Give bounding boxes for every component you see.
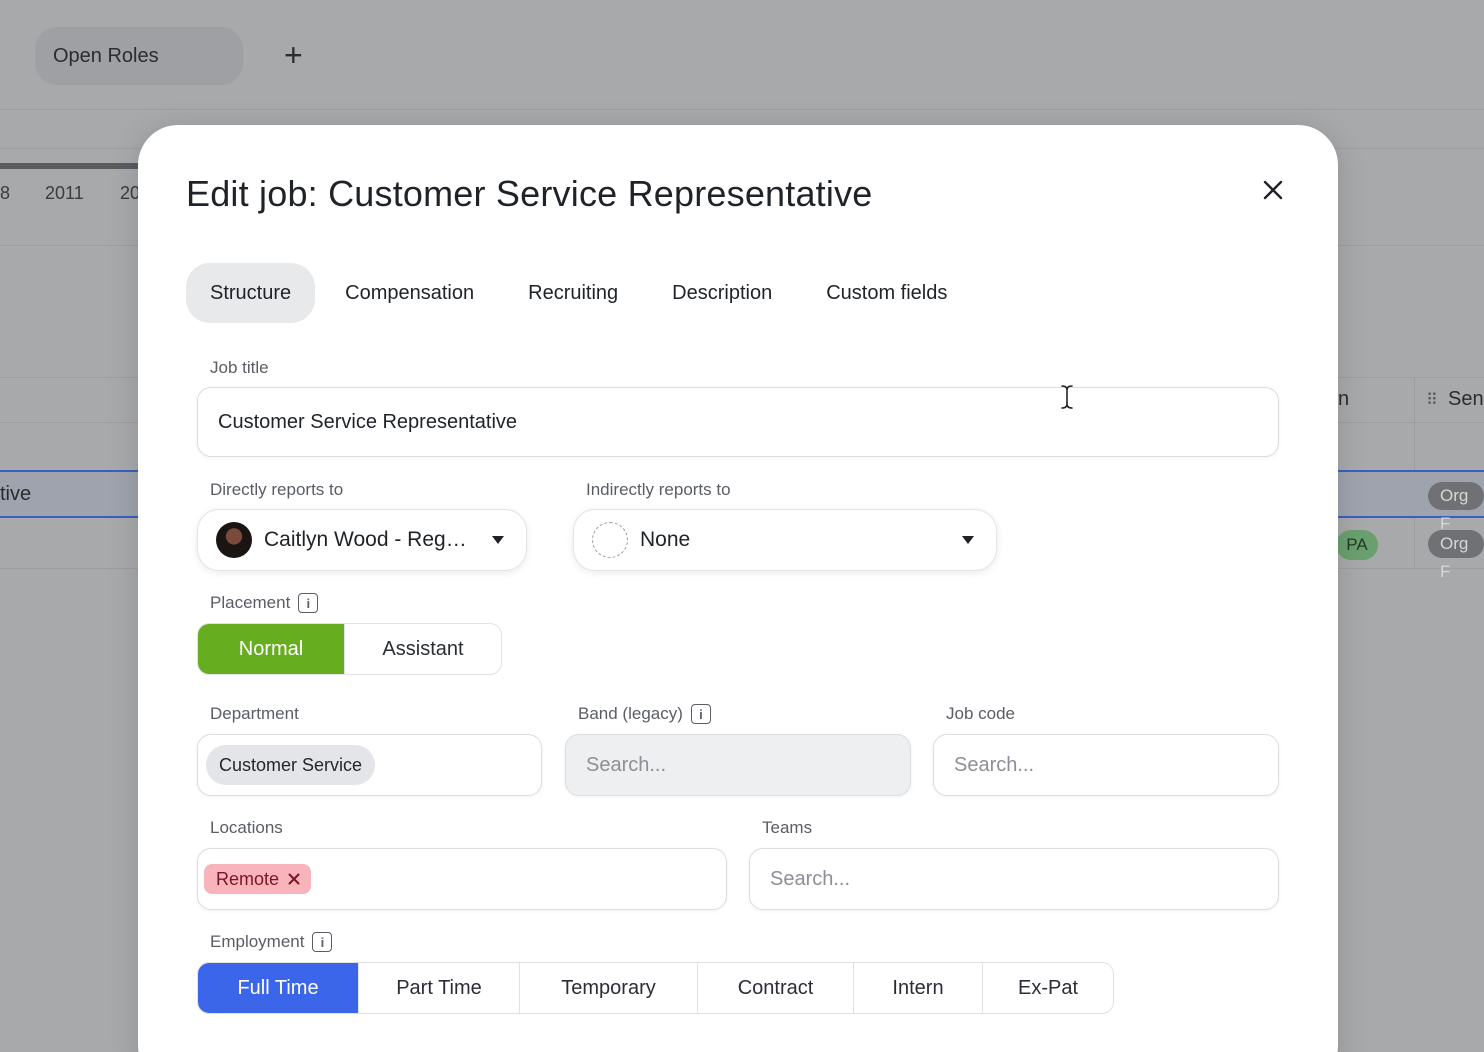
background-row-text: tive <box>0 483 32 505</box>
indirect-reports-select[interactable]: None <box>573 509 997 571</box>
department-field[interactable]: Customer Service <box>197 734 542 796</box>
text-cursor-icon <box>1060 384 1074 415</box>
direct-reports-label-text: Directly reports to <box>210 480 344 499</box>
direct-reports-select[interactable]: Caitlyn Wood - Reg… <box>197 509 527 571</box>
job-code-placeholder: Search... <box>954 753 1035 776</box>
band-label: Band (legacy) i <box>578 704 711 724</box>
placement-assistant-button[interactable]: Assistant <box>345 624 501 674</box>
background-topbar: Open Roles + <box>0 0 1484 110</box>
employment-full-time-button[interactable]: Full Time <box>198 963 359 1013</box>
employment-contract-button[interactable]: Contract <box>698 963 854 1013</box>
avatar <box>216 522 252 558</box>
tab-compensation[interactable]: Compensation <box>321 263 498 323</box>
location-chip-remote: Remote <box>204 864 312 894</box>
locations-label: Locations <box>210 818 283 838</box>
band-input[interactable]: Search... <box>565 734 911 796</box>
employment-temporary-button[interactable]: Temporary <box>520 963 698 1013</box>
background-pill-org: Org F <box>1428 530 1484 581</box>
background-year-label: 8 <box>0 183 11 203</box>
job-title-value: Customer Service Representative <box>218 410 518 433</box>
direct-reports-value: Caitlyn Wood - Reg… <box>264 528 467 551</box>
employment-ex-pat-button[interactable]: Ex-Pat <box>983 963 1113 1013</box>
info-icon[interactable]: i <box>690 704 711 724</box>
job-title-label: Job title <box>210 358 269 378</box>
indirect-reports-value: None <box>640 528 691 551</box>
locations-label-text: Locations <box>210 818 283 837</box>
employment-intern-button[interactable]: Intern <box>854 963 983 1013</box>
job-code-input[interactable]: Search... <box>933 734 1279 796</box>
chevron-down-icon <box>492 536 504 544</box>
department-label-text: Department <box>210 704 299 723</box>
employment-toggle: Full Time Part Time Temporary Contract I… <box>197 962 1114 1014</box>
location-chip-label: Remote <box>216 869 280 889</box>
locations-field[interactable]: Remote <box>197 848 727 910</box>
remove-icon[interactable] <box>287 872 301 886</box>
placement-normal-button[interactable]: Normal <box>198 624 345 674</box>
background-tab-open-roles[interactable]: Open Roles <box>35 27 243 85</box>
info-icon[interactable]: i <box>312 932 333 952</box>
background-pill-org: Org F <box>1428 482 1484 533</box>
background-column-header: Sen <box>1448 388 1484 410</box>
band-label-text: Band (legacy) <box>578 704 683 723</box>
tab-structure[interactable]: Structure <box>186 263 316 323</box>
band-placeholder: Search... <box>586 753 667 776</box>
placement-label-text: Placement <box>210 593 291 612</box>
employment-label: Employment i <box>210 932 333 952</box>
employment-label-text: Employment <box>210 932 305 951</box>
background-pill-pa: PA <box>1336 530 1378 560</box>
teams-label: Teams <box>762 818 812 838</box>
plus-icon[interactable]: + <box>284 38 303 72</box>
empty-avatar-icon <box>592 522 628 558</box>
tab-custom-fields[interactable]: Custom fields <box>802 263 971 323</box>
job-title-input[interactable]: Customer Service Representative <box>197 387 1279 457</box>
drag-handle-icon[interactable]: ⠿ <box>1426 390 1438 410</box>
tab-description[interactable]: Description <box>648 263 796 323</box>
teams-input[interactable]: Search... <box>749 848 1279 910</box>
indirect-reports-label-text: Indirectly reports to <box>586 480 731 499</box>
tab-recruiting[interactable]: Recruiting <box>504 263 642 323</box>
modal-tabs: Structure Compensation Recruiting Descri… <box>186 263 977 323</box>
indirect-reports-label: Indirectly reports to <box>586 480 731 500</box>
teams-label-text: Teams <box>762 818 813 837</box>
job-title-label-text: Job title <box>210 358 269 377</box>
placement-toggle: Normal Assistant <box>197 623 502 675</box>
close-icon[interactable] <box>1256 173 1290 207</box>
job-code-label: Job code <box>946 704 1015 724</box>
department-label: Department <box>210 704 299 724</box>
edit-job-modal: Edit job: Customer Service Representativ… <box>138 125 1338 1052</box>
placement-label: Placement i <box>210 593 319 613</box>
background-timeline-bar <box>0 163 138 169</box>
background-year-label: 2011 <box>45 183 84 203</box>
job-code-label-text: Job code <box>946 704 1015 723</box>
info-icon[interactable]: i <box>298 593 319 613</box>
background-column-header: n <box>1338 388 1350 410</box>
chevron-down-icon <box>962 536 974 544</box>
modal-title: Edit job: Customer Service Representativ… <box>186 173 873 214</box>
employment-part-time-button[interactable]: Part Time <box>359 963 520 1013</box>
direct-reports-label: Directly reports to <box>210 480 343 500</box>
teams-placeholder: Search... <box>770 867 851 890</box>
department-chip[interactable]: Customer Service <box>206 745 376 785</box>
